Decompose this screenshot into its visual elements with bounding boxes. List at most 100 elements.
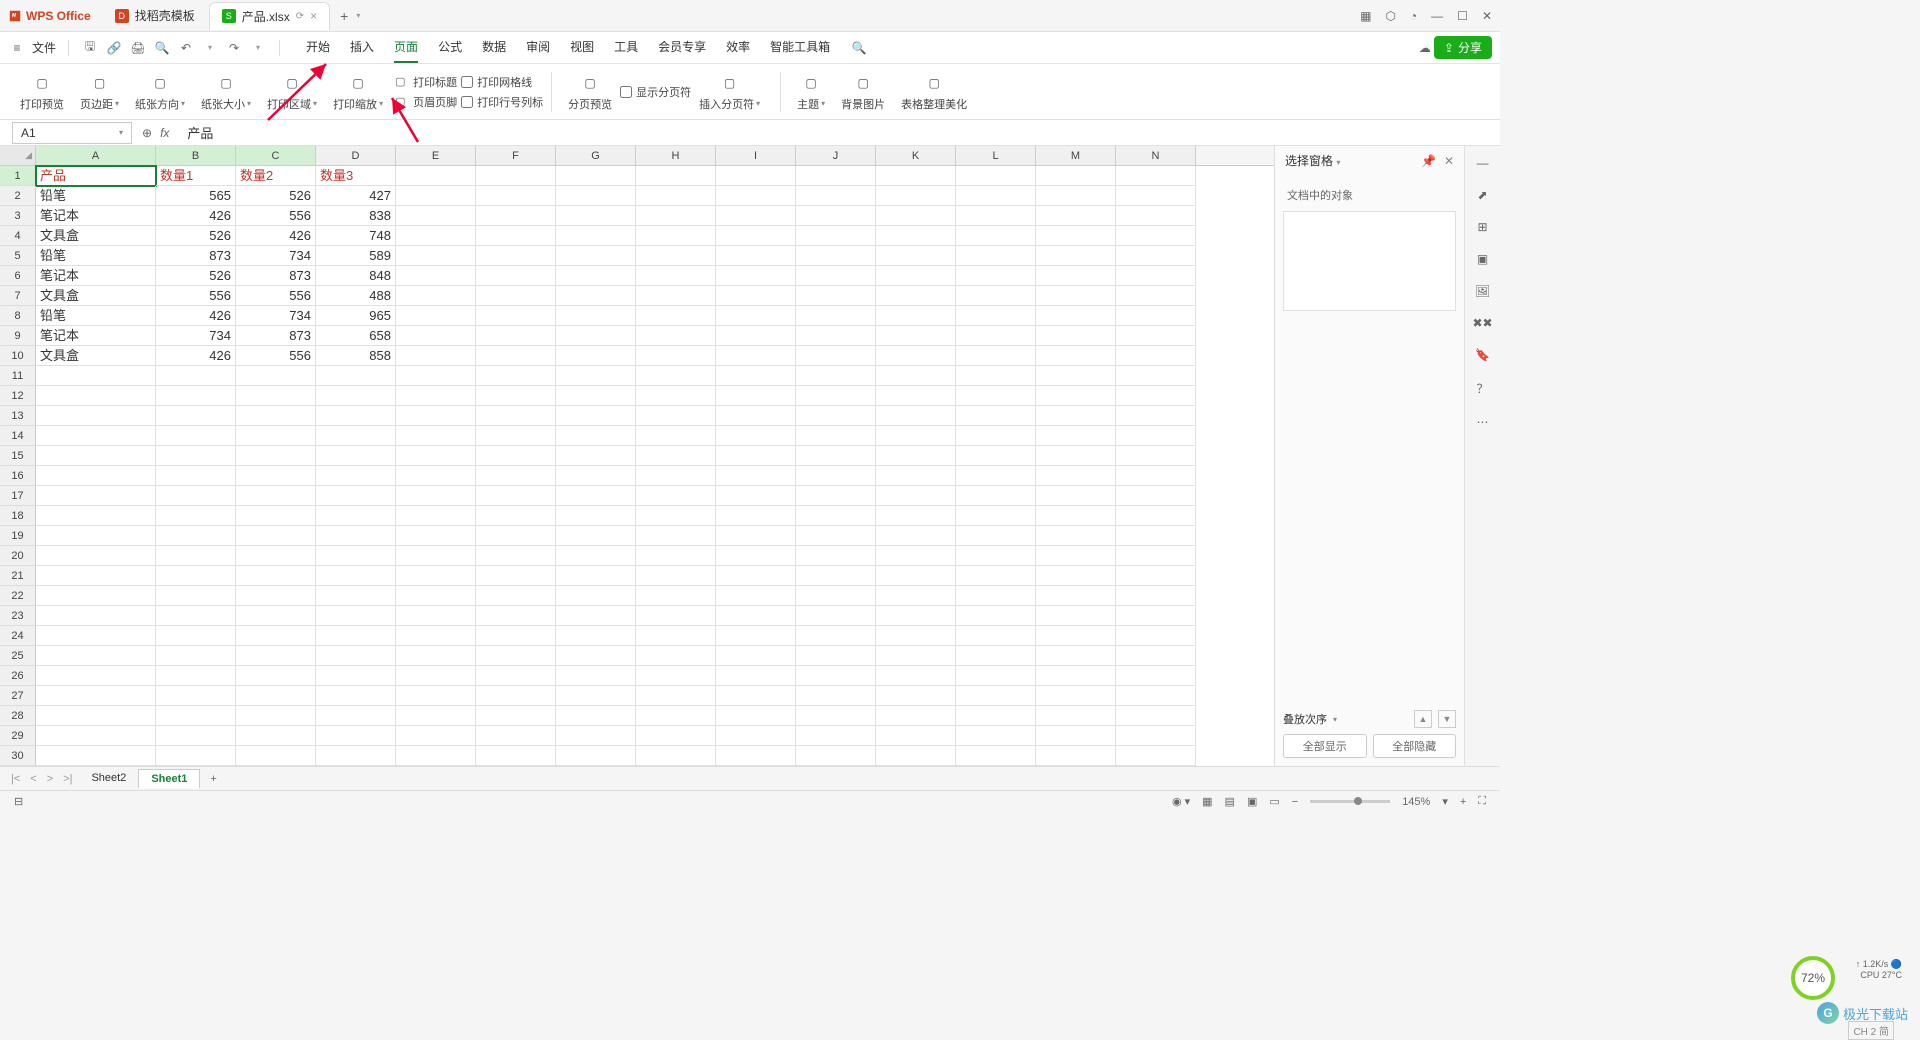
cell-I2[interactable] xyxy=(716,186,796,206)
cell-J7[interactable] xyxy=(796,286,876,306)
cell-N4[interactable] xyxy=(1116,226,1196,246)
cell-K15[interactable] xyxy=(876,446,956,466)
cell-M24[interactable] xyxy=(1036,626,1116,646)
cell-M3[interactable] xyxy=(1036,206,1116,226)
cell-I8[interactable] xyxy=(716,306,796,326)
performance-gauge[interactable]: 72% xyxy=(1791,956,1835,1000)
cell-H11[interactable] xyxy=(636,366,716,386)
cell-A16[interactable] xyxy=(36,466,156,486)
cell-C25[interactable] xyxy=(236,646,316,666)
more-icon[interactable]: ⋯ xyxy=(1477,415,1489,429)
row-header-14[interactable]: 14 xyxy=(0,426,36,446)
cell-G12[interactable] xyxy=(556,386,636,406)
cell-N9[interactable] xyxy=(1116,326,1196,346)
cell-L26[interactable] xyxy=(956,666,1036,686)
cell-L29[interactable] xyxy=(956,726,1036,746)
cell-F5[interactable] xyxy=(476,246,556,266)
cell-H24[interactable] xyxy=(636,626,716,646)
cell-C17[interactable] xyxy=(236,486,316,506)
cell-N21[interactable] xyxy=(1116,566,1196,586)
ribbon-分页预览[interactable]: ▢分页预览 xyxy=(560,72,620,112)
cell-I28[interactable] xyxy=(716,706,796,726)
row-header-16[interactable]: 16 xyxy=(0,466,36,486)
cell-J29[interactable] xyxy=(796,726,876,746)
cell-K19[interactable] xyxy=(876,526,956,546)
cell-H18[interactable] xyxy=(636,506,716,526)
share-button[interactable]: ⇪ 分享 xyxy=(1434,36,1492,59)
cell-N2[interactable] xyxy=(1116,186,1196,206)
cell-I5[interactable] xyxy=(716,246,796,266)
cell-N27[interactable] xyxy=(1116,686,1196,706)
cell-K2[interactable] xyxy=(876,186,956,206)
cell-H6[interactable] xyxy=(636,266,716,286)
cell-F9[interactable] xyxy=(476,326,556,346)
cell-H13[interactable] xyxy=(636,406,716,426)
menu-tab-7[interactable]: 工具 xyxy=(614,32,638,63)
cell-B5[interactable]: 873 xyxy=(156,246,236,266)
cell-E8[interactable] xyxy=(396,306,476,326)
cell-D28[interactable] xyxy=(316,706,396,726)
ribbon-页边距[interactable]: ▢页边距 ▾ xyxy=(72,72,127,112)
col-header-J[interactable]: J xyxy=(796,146,876,165)
cell-C6[interactable]: 873 xyxy=(236,266,316,286)
cell-C10[interactable]: 556 xyxy=(236,346,316,366)
view-reading-icon[interactable]: ▭ xyxy=(1263,795,1285,808)
menu-tab-6[interactable]: 视图 xyxy=(570,32,594,63)
cell-C21[interactable] xyxy=(236,566,316,586)
cell-B17[interactable] xyxy=(156,486,236,506)
ribbon-纸张大小[interactable]: ▢纸张大小 ▾ xyxy=(193,72,259,112)
cell-F24[interactable] xyxy=(476,626,556,646)
cell-E6[interactable] xyxy=(396,266,476,286)
cell-A17[interactable] xyxy=(36,486,156,506)
cell-K14[interactable] xyxy=(876,426,956,446)
cell-K12[interactable] xyxy=(876,386,956,406)
cell-G21[interactable] xyxy=(556,566,636,586)
cell-K1[interactable] xyxy=(876,166,956,186)
cell-A22[interactable] xyxy=(36,586,156,606)
cell-D24[interactable] xyxy=(316,626,396,646)
menu-tab-8[interactable]: 会员专享 xyxy=(658,32,706,63)
view-normal-icon[interactable]: ▦ xyxy=(1196,795,1218,808)
cell-L20[interactable] xyxy=(956,546,1036,566)
cell-J22[interactable] xyxy=(796,586,876,606)
help-icon[interactable]: ？ xyxy=(1476,380,1488,397)
cell-M8[interactable] xyxy=(1036,306,1116,326)
tab-dropdown[interactable]: ▾ xyxy=(356,11,360,20)
cell-E28[interactable] xyxy=(396,706,476,726)
minimize-icon[interactable]: — xyxy=(1431,9,1443,23)
cell-B29[interactable] xyxy=(156,726,236,746)
col-header-A[interactable]: A xyxy=(36,146,156,165)
cell-M2[interactable] xyxy=(1036,186,1116,206)
cell-E1[interactable] xyxy=(396,166,476,186)
cell-C4[interactable]: 426 xyxy=(236,226,316,246)
cell-A30[interactable] xyxy=(36,746,156,766)
sheet-last-icon[interactable]: >| xyxy=(60,773,75,785)
col-header-B[interactable]: B xyxy=(156,146,236,165)
cell-F1[interactable] xyxy=(476,166,556,186)
cell-K28[interactable] xyxy=(876,706,956,726)
cell-F17[interactable] xyxy=(476,486,556,506)
row-header-21[interactable]: 21 xyxy=(0,566,36,586)
cell-I30[interactable] xyxy=(716,746,796,766)
cell-C12[interactable] xyxy=(236,386,316,406)
cell-I19[interactable] xyxy=(716,526,796,546)
cell-F29[interactable] xyxy=(476,726,556,746)
cell-H2[interactable] xyxy=(636,186,716,206)
cell-K26[interactable] xyxy=(876,666,956,686)
cell-J27[interactable] xyxy=(796,686,876,706)
cell-M11[interactable] xyxy=(1036,366,1116,386)
cell-I21[interactable] xyxy=(716,566,796,586)
cell-G27[interactable] xyxy=(556,686,636,706)
menu-tab-5[interactable]: 审阅 xyxy=(526,32,550,63)
cell-C18[interactable] xyxy=(236,506,316,526)
cell-H16[interactable] xyxy=(636,466,716,486)
pin-icon[interactable]: 📌 xyxy=(1421,154,1436,168)
tab-template[interactable]: D 找稻壳模板 xyxy=(103,2,207,30)
row-header-30[interactable]: 30 xyxy=(0,746,36,766)
cell-I6[interactable] xyxy=(716,266,796,286)
cell-F14[interactable] xyxy=(476,426,556,446)
row-header-22[interactable]: 22 xyxy=(0,586,36,606)
cell-K9[interactable] xyxy=(876,326,956,346)
cell-E20[interactable] xyxy=(396,546,476,566)
cell-H26[interactable] xyxy=(636,666,716,686)
